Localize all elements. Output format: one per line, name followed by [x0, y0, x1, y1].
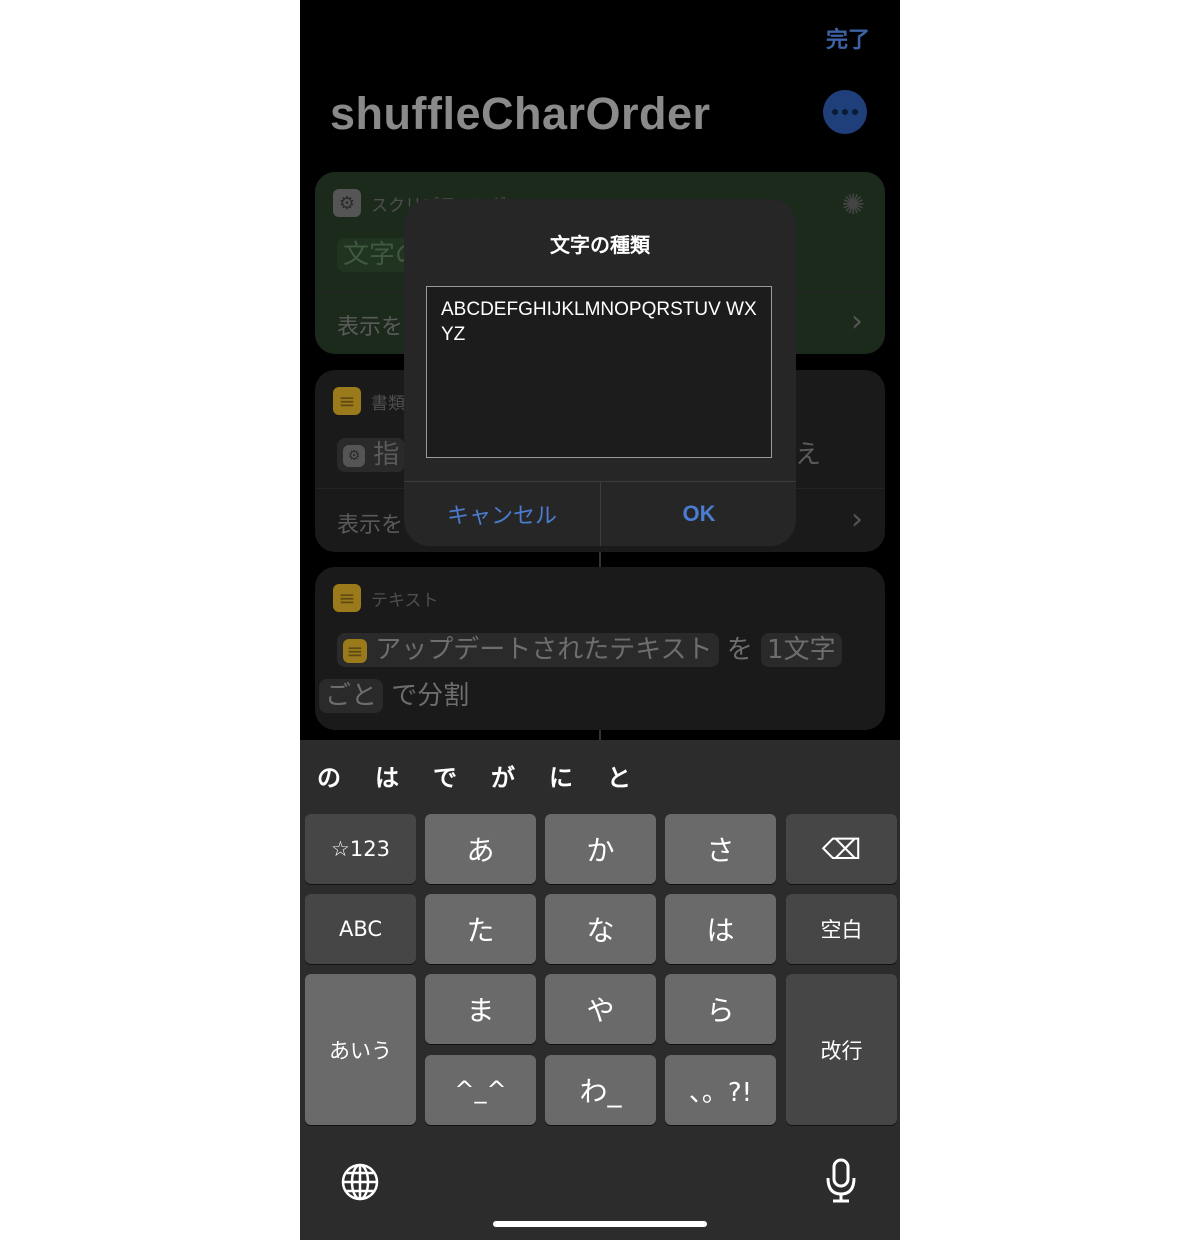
key-ya[interactable]: や	[545, 974, 656, 1044]
variable-label: アップデートされたテキスト	[375, 635, 713, 665]
home-indicator	[493, 1221, 707, 1227]
variable-tag[interactable]: アップデートされたテキスト	[337, 633, 719, 667]
card-header-label: テキスト	[371, 590, 439, 611]
delete-icon[interactable]: ⌫	[786, 814, 897, 884]
more-options-button[interactable]	[823, 90, 867, 134]
chevron-right-icon[interactable]: ›	[851, 304, 863, 339]
param-tag[interactable]: ごと	[319, 679, 384, 713]
note-icon	[343, 638, 367, 663]
alert-title: 文字の種類	[550, 233, 650, 257]
key-ta[interactable]: た	[425, 894, 536, 964]
text-input-alert: 文字の種類 ABCDEFGHIJKLMNOPQRSTUV WXYZ キャンセル …	[404, 199, 796, 546]
gear-icon: ⚙	[343, 444, 365, 467]
key-ha[interactable]: は	[665, 894, 776, 964]
spinner-icon: ✺	[841, 188, 865, 221]
japanese-keyboard: の は で が に と ☆123 あ か さ ⌫ ABC た な は 空白 あい…	[300, 740, 900, 1240]
candidate-bar: の は で が に と	[300, 758, 648, 798]
return-key[interactable]: 改行	[786, 974, 897, 1125]
space-key[interactable]: 空白	[786, 894, 897, 964]
done-button[interactable]: 完了	[826, 22, 870, 54]
show-more-label[interactable]: 表示を	[337, 309, 403, 341]
cancel-button[interactable]: キャンセル	[404, 481, 600, 546]
connector-line	[599, 730, 601, 740]
gear-icon: ⚙	[333, 189, 361, 217]
candidate-item[interactable]: の	[300, 758, 358, 798]
card-param-tag[interactable]: ⚙ 指	[337, 438, 406, 472]
connector-line	[599, 552, 601, 568]
note-icon	[333, 387, 361, 415]
key-na[interactable]: な	[545, 894, 656, 964]
abc-key[interactable]: ABC	[305, 894, 416, 964]
dot-icon	[842, 109, 848, 115]
chevron-right-icon[interactable]: ›	[851, 502, 863, 537]
key-ra[interactable]: ら	[665, 974, 776, 1044]
action-card-text[interactable]: テキスト アップデートされたテキスト を 1文字 ごと で分割	[315, 567, 885, 730]
dot-icon	[852, 109, 858, 115]
show-more-label[interactable]: 表示を	[337, 507, 403, 539]
card-param-label: 指	[373, 440, 400, 470]
candidate-item[interactable]: に	[532, 758, 590, 798]
card-header-label: 書類	[371, 393, 405, 414]
symbols-key[interactable]: ☆123	[305, 814, 416, 884]
candidate-item[interactable]: で	[416, 758, 474, 798]
hiragana-key[interactable]: あいう	[305, 974, 416, 1125]
note-icon	[333, 584, 361, 612]
param-tag[interactable]: 1文字	[761, 633, 842, 667]
page-title: shuffleCharOrder	[330, 88, 711, 139]
punctuation-key[interactable]: 、。?!	[665, 1055, 776, 1125]
phone-screen: 完了 shuffleCharOrder ⚙ スクリプティング ✺ 文字の 表示を…	[300, 0, 900, 1240]
card-header: 書類	[333, 387, 405, 415]
key-ka[interactable]: か	[545, 814, 656, 884]
key-ma[interactable]: ま	[425, 974, 536, 1044]
microphone-icon[interactable]	[824, 1158, 858, 1204]
card-row-text: ⚙ 指	[337, 434, 406, 472]
card-header: テキスト	[333, 584, 439, 612]
emoticon-key[interactable]: ^_^	[425, 1055, 536, 1125]
candidate-item[interactable]: と	[590, 758, 648, 798]
candidate-item[interactable]: は	[358, 758, 416, 798]
connector-text: を	[726, 635, 753, 665]
candidate-item[interactable]: が	[474, 758, 532, 798]
ok-button[interactable]: OK	[601, 481, 797, 546]
card-text-line-1: アップデートされたテキスト を 1文字	[337, 629, 842, 667]
card-row-tail: え	[795, 440, 822, 470]
dot-icon	[832, 109, 838, 115]
alert-text-field[interactable]: ABCDEFGHIJKLMNOPQRSTUV WXYZ	[426, 286, 772, 458]
key-sa[interactable]: さ	[665, 814, 776, 884]
card-text-line-2: ごと で分割	[319, 675, 470, 713]
connector-text: で分割	[391, 681, 470, 711]
globe-icon[interactable]	[340, 1162, 380, 1202]
key-wa[interactable]: わ_	[545, 1055, 656, 1125]
key-a[interactable]: あ	[425, 814, 536, 884]
